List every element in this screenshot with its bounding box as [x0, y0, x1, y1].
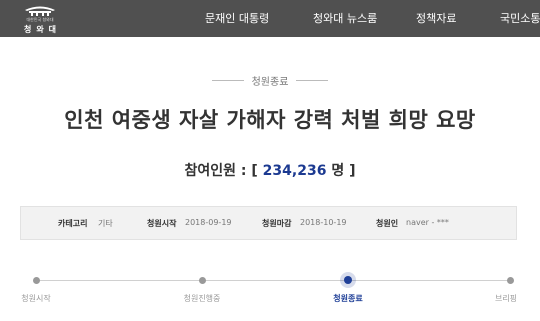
progress-dot-ongoing [199, 277, 206, 284]
status-divider-left [212, 80, 244, 81]
blue-house-roof-icon [25, 6, 55, 16]
progress-step-ongoing: 청원진행중 [183, 294, 221, 303]
progress-dot-start [33, 277, 40, 284]
progress-track [37, 280, 511, 281]
info-start-label: 청원시작 [147, 219, 177, 228]
top-navigation-bar: 대한민국 청와대 청와대 문재인 대통령 청와대 뉴스룸 정책자료 국민소통 [0, 0, 540, 37]
info-end-label: 청원마감 [262, 219, 292, 228]
nav-newsroom[interactable]: 청와대 뉴스룸 [313, 0, 377, 37]
cheongwadae-logo[interactable]: 대한민국 청와대 청와대 [18, 4, 62, 34]
logo-subtitle: 대한민국 청와대 [26, 17, 54, 22]
progress-dot-briefing [507, 277, 514, 284]
nav-communication[interactable]: 국민소통 [500, 0, 540, 37]
participant-count-label: 참여인원 : [ [184, 163, 258, 179]
info-petitioner-label: 청원인 [376, 219, 399, 228]
petition-title: 인천 여중생 자살 가해자 강력 처벌 희망 요망 [64, 108, 476, 132]
nav-president[interactable]: 문재인 대통령 [205, 0, 269, 37]
progress-dot-ended [344, 276, 352, 284]
status-divider-right [296, 80, 328, 81]
petition-info-box: 카테고리 기타 청원시작 2018-09-19 청원마감 2018-10-19 … [20, 206, 517, 240]
info-category-value: 기타 [98, 219, 113, 228]
participant-count: 참여인원 : [ 234,236 명 ] [0, 160, 540, 180]
nav-policy[interactable]: 정책자료 [416, 0, 456, 37]
info-start-value: 2018-09-19 [185, 218, 232, 227]
progress-step-start: 청원시작 [21, 294, 51, 303]
participant-count-value: 234,236 [262, 163, 327, 179]
progress-step-briefing: 브리핑 [494, 294, 518, 303]
logo-name: 청와대 [23, 25, 62, 34]
petition-status: 청원종료 [251, 77, 289, 88]
info-end-value: 2018-10-19 [300, 218, 347, 227]
participant-count-suffix: 명 ] [331, 163, 356, 179]
progress-step-ended: 청원종료 [333, 294, 363, 303]
info-petitioner-value: naver - *** [406, 218, 449, 227]
info-category-label: 카테고리 [58, 219, 88, 228]
